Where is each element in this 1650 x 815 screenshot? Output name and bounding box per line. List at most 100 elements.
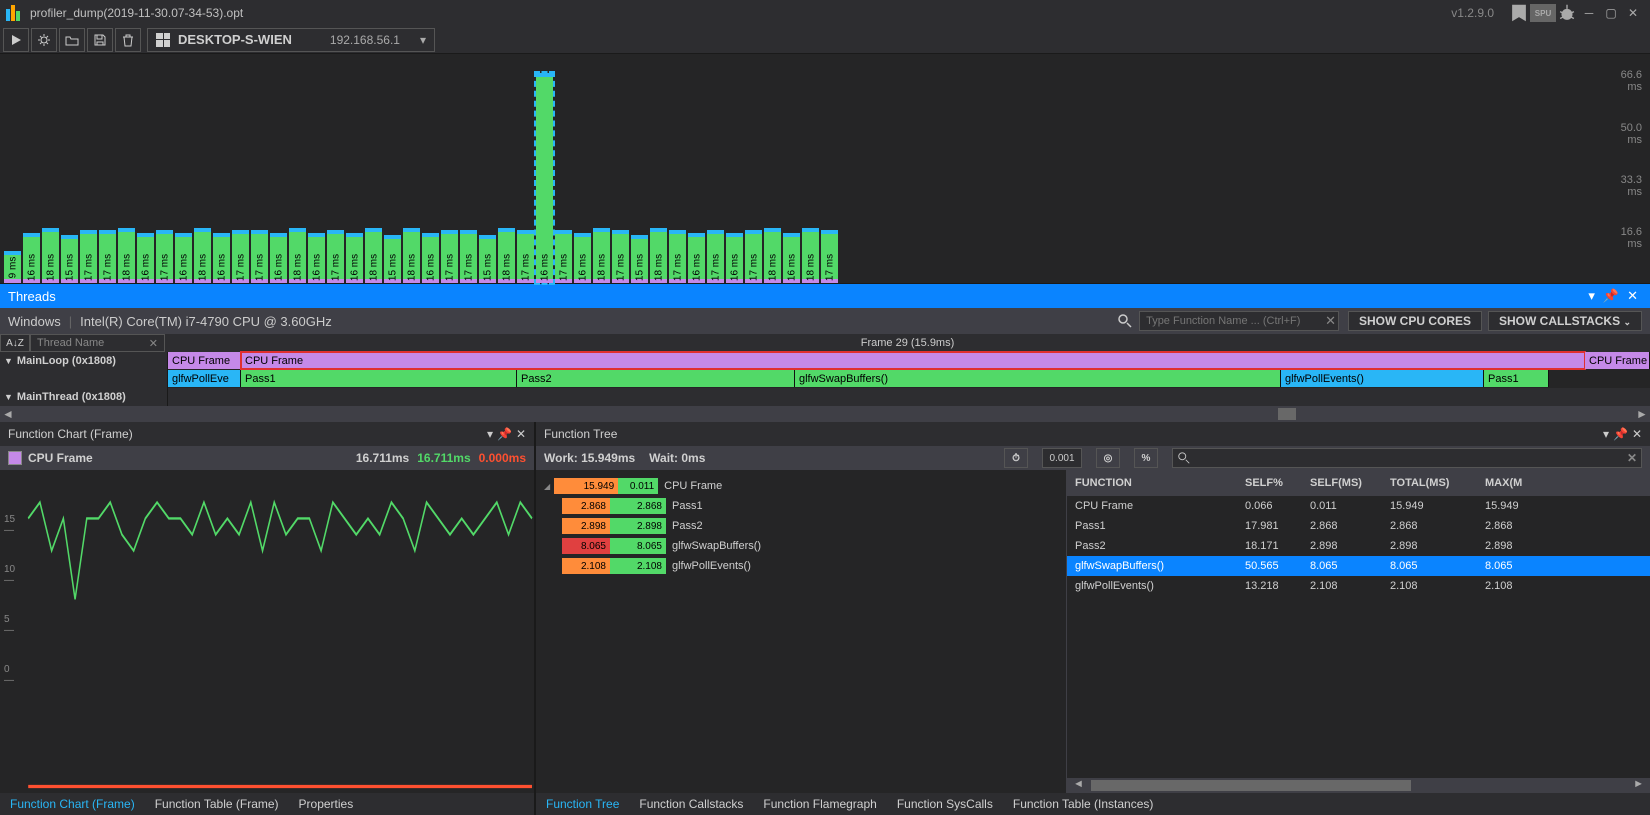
frame-bar[interactable]: 17 ms xyxy=(441,230,458,283)
stopwatch-button[interactable]: ⏱ xyxy=(1004,448,1028,468)
frame-bar[interactable]: 16 ms xyxy=(783,233,800,283)
column-header[interactable]: MAX(M xyxy=(1477,477,1547,489)
frame-bar[interactable]: 17 ms xyxy=(460,230,477,283)
table-row[interactable]: glfwSwapBuffers()50.5658.0658.0658.065 xyxy=(1067,556,1650,576)
tab[interactable]: Properties xyxy=(289,793,364,815)
table-header[interactable]: FUNCTIONSELF%SELF(MS)TOTAL(MS)MAX(M xyxy=(1067,470,1650,496)
frame-bar[interactable]: 17 ms xyxy=(555,230,572,283)
frame-bar[interactable]: 17 ms xyxy=(612,230,629,283)
frame-bar[interactable]: 16 ms xyxy=(346,233,363,283)
timeline-block[interactable]: Pass1 xyxy=(1484,370,1549,387)
open-button[interactable] xyxy=(59,28,85,52)
frame-bar[interactable]: 18 ms xyxy=(498,228,515,283)
frame-bar[interactable]: 18 ms xyxy=(42,228,59,283)
frame-bar[interactable]: 18 ms xyxy=(365,228,382,283)
threads-scrollbar[interactable]: ◄► xyxy=(0,406,1650,422)
play-button[interactable] xyxy=(3,28,29,52)
frame-bar[interactable]: 18 ms xyxy=(194,228,211,283)
help-icon[interactable] xyxy=(1508,4,1530,22)
frame-bar[interactable]: 16 ms xyxy=(23,233,40,283)
frame-bar[interactable]: 17 ms xyxy=(99,230,116,283)
frame-bar[interactable]: 17 ms xyxy=(669,230,686,283)
close-button[interactable]: ✕ xyxy=(1622,4,1644,22)
timeline-block[interactable]: CPU Frame xyxy=(1585,352,1650,369)
show-cpu-cores-button[interactable]: SHOW CPU CORES xyxy=(1348,311,1482,331)
sort-button[interactable]: A↓Z xyxy=(0,334,30,352)
frame-bar[interactable]: 15 ms xyxy=(631,235,648,283)
maximize-button[interactable]: ▢ xyxy=(1600,4,1622,22)
frame-bar[interactable]: 16 ms xyxy=(137,233,154,283)
frame-bar[interactable]: 16 ms xyxy=(270,233,287,283)
table-row[interactable]: Pass218.1712.8982.8982.898 xyxy=(1067,536,1650,556)
tab[interactable]: Function Callstacks xyxy=(629,793,753,815)
column-header[interactable]: TOTAL(MS) xyxy=(1382,477,1477,489)
connection-selector[interactable]: DESKTOP-S-WIEN 192.168.56.1 ▾ xyxy=(147,28,435,52)
frame-bar[interactable]: 17 ms xyxy=(327,230,344,283)
frame-bar[interactable]: 18 ms xyxy=(403,228,420,283)
frame-bar[interactable]: 16 ms xyxy=(574,233,591,283)
tree-row[interactable]: ◢15.9490.011CPU Frame xyxy=(536,476,1066,496)
frame-bar[interactable]: 18 ms xyxy=(118,228,135,283)
percent-button[interactable]: % xyxy=(1134,448,1158,468)
column-header[interactable]: SELF(MS) xyxy=(1302,477,1382,489)
frame-bar[interactable]: 16 ms xyxy=(422,233,439,283)
frame-bar[interactable]: 16 ms xyxy=(536,73,553,283)
frame-bar[interactable]: 16 ms xyxy=(688,233,705,283)
tree-row[interactable]: 8.0658.065glfwSwapBuffers() xyxy=(536,536,1066,556)
frame-bars[interactable]: 9 ms16 ms18 ms15 ms17 ms17 ms18 ms16 ms1… xyxy=(4,73,838,283)
tree-row[interactable]: 2.8982.898Pass2 xyxy=(536,516,1066,536)
dropdown-icon[interactable]: ▾ xyxy=(487,427,493,441)
thread-label[interactable]: ▼MainThread (0x1808) xyxy=(0,388,168,406)
frame-bar[interactable]: 18 ms xyxy=(289,228,306,283)
close-icon[interactable]: ✕ xyxy=(1627,288,1638,304)
save-button[interactable] xyxy=(87,28,113,52)
timeline-block[interactable]: glfwPollEve xyxy=(168,370,241,387)
frame-bar[interactable]: 18 ms xyxy=(650,228,667,283)
close-icon[interactable]: ✕ xyxy=(516,427,526,441)
frame-bar[interactable]: 17 ms xyxy=(80,230,97,283)
frame-bar[interactable]: 16 ms xyxy=(308,233,325,283)
timeline-block[interactable]: Pass2 xyxy=(517,370,795,387)
clear-icon[interactable]: ✕ xyxy=(1627,451,1637,465)
spu-icon[interactable]: SPU xyxy=(1530,4,1556,22)
frame-bar[interactable]: 16 ms xyxy=(175,233,192,283)
thread-name-filter[interactable]: Thread Name✕ xyxy=(30,334,165,352)
frame-bar[interactable]: 15 ms xyxy=(61,235,78,283)
timeline-block[interactable]: glfwPollEvents() xyxy=(1281,370,1484,387)
bug-icon[interactable] xyxy=(1556,4,1578,22)
frame-bar[interactable]: 17 ms xyxy=(156,230,173,283)
timeline-block[interactable]: CPU Frame xyxy=(168,352,241,369)
frame-bar[interactable]: 18 ms xyxy=(764,228,781,283)
tab[interactable]: Function Table (Instances) xyxy=(1003,793,1164,815)
function-search-input[interactable] xyxy=(1139,311,1339,331)
frame-bar[interactable]: 9 ms xyxy=(4,251,21,283)
timeline-block[interactable]: CPU Frame xyxy=(241,352,1585,369)
column-header[interactable]: SELF% xyxy=(1237,477,1302,489)
minimize-button[interactable]: ─ xyxy=(1578,4,1600,22)
frame-bar[interactable]: 17 ms xyxy=(821,230,838,283)
table-row[interactable]: glfwPollEvents()13.2182.1082.1082.108 xyxy=(1067,576,1650,596)
frame-bar[interactable]: 17 ms xyxy=(517,230,534,283)
function-tree[interactable]: ◢15.9490.011CPU Frame2.8682.868Pass12.89… xyxy=(536,470,1066,793)
target-button[interactable]: ◎ xyxy=(1096,448,1120,468)
tree-search-input[interactable] xyxy=(1191,451,1627,466)
thread-label[interactable]: ▼MainLoop (0x1808) xyxy=(0,352,168,370)
tree-row[interactable]: 2.1082.108glfwPollEvents() xyxy=(536,556,1066,576)
table-row[interactable]: Pass117.9812.8682.8682.868 xyxy=(1067,516,1650,536)
show-callstacks-button[interactable]: SHOW CALLSTACKS ⌄ xyxy=(1488,311,1642,331)
dropdown-icon[interactable]: ▾ xyxy=(1603,427,1609,441)
tab[interactable]: Function Tree xyxy=(536,793,629,815)
tree-row[interactable]: 2.8682.868Pass1 xyxy=(536,496,1066,516)
precision-input[interactable] xyxy=(1042,448,1082,468)
clear-icon[interactable]: ✕ xyxy=(149,337,158,350)
dropdown-icon[interactable]: ▾ xyxy=(1588,288,1595,304)
settings-button[interactable] xyxy=(31,28,57,52)
frame-bar[interactable]: 17 ms xyxy=(707,230,724,283)
frame-graph[interactable]: 66.6 ms50.0 ms33.3 ms16.6 ms 9 ms16 ms18… xyxy=(0,54,1650,284)
frame-bar[interactable]: 16 ms xyxy=(726,233,743,283)
tab[interactable]: Function SysCalls xyxy=(887,793,1003,815)
table-scrollbar[interactable]: ◄► xyxy=(1067,778,1650,793)
function-line-chart[interactable]: 15—10—5—0— xyxy=(0,470,534,793)
pin-icon[interactable]: 📌 xyxy=(1613,427,1628,441)
timeline-block[interactable]: Pass1 xyxy=(241,370,517,387)
